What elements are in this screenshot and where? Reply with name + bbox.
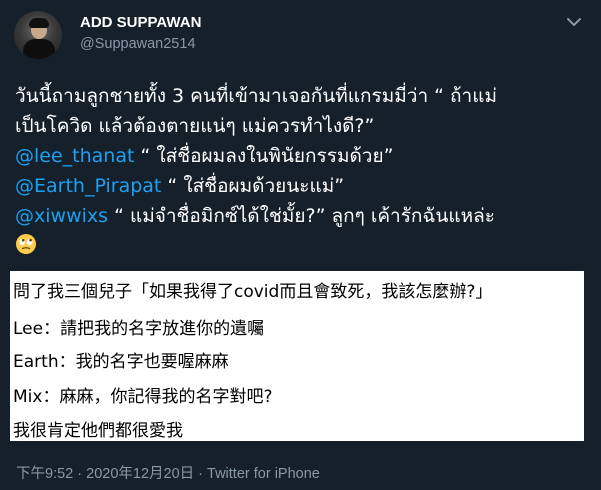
meta-separator: · <box>73 466 87 482</box>
tweet-line-text: “ แม่จำชื่อมิกซ์ได้ใช่มั้ย?” ลูกๆ เค้ารั… <box>108 205 495 227</box>
avatar-hair-shape <box>29 18 49 28</box>
avatar-body-shape <box>23 39 55 59</box>
image-text-line: Lee：請把我的名字放進你的遺囑 <box>13 319 265 339</box>
image-text-line: 我很肯定他們都很愛我 <box>13 421 183 441</box>
meta-separator: · <box>194 466 208 482</box>
tweet-line-text: “ ใส่ชื่อผมลงในพินัยกรรมด้วย” <box>134 145 394 167</box>
tweet-line: วันนี้ถามลูกชายทั้ง 3 คนที่เข้ามาเจอกันท… <box>15 81 593 111</box>
tweet-line: เป็นโควิด แล้วต้องตายแน่ๆ แม่ควรทำไงดี?” <box>15 111 593 141</box>
mention-link-earth[interactable]: @Earth_Pirapat <box>15 175 161 197</box>
tweet-line: @xiwwixs “ แม่จำชื่อมิกซ์ได้ใช่มั้ย?” ลู… <box>15 201 593 231</box>
chevron-down-icon[interactable] <box>565 14 583 28</box>
tweet-image[interactable]: 問了我三個兒子「如果我得了covid而且會致死，我該怎麼辦?」 Lee：請把我的… <box>10 271 584 441</box>
tweet-meta: 下午9:52 · 2020年12月20日 · Twitter for iPhon… <box>16 462 320 483</box>
tweet-line: @Earth_Pirapat “ ใส่ชื่อผมด้วยนะแม่” <box>15 171 593 201</box>
tweet-line-text: เป็นโควิด แล้วต้องตายแน่ๆ แม่ควรทำไงดี?” <box>15 115 375 137</box>
author-handle[interactable]: @Suppawan2514 <box>80 36 196 52</box>
tweet-time[interactable]: 下午9:52 <box>16 466 73 482</box>
author-avatar[interactable] <box>14 11 62 59</box>
tweet-line <box>15 231 593 261</box>
tweet-date[interactable]: 2020年12月20日 <box>86 466 194 482</box>
tweet-line-text: วันนี้ถามลูกชายทั้ง 3 คนที่เข้ามาเจอกันท… <box>15 85 497 107</box>
image-text-line: Earth：我的名字也要喔麻麻 <box>13 352 229 372</box>
tweet-line: @lee_thanat “ ใส่ชื่อผมลงในพินัยกรรมด้วย… <box>15 141 593 171</box>
tweet-source-link[interactable]: Twitter for iPhone <box>207 466 320 482</box>
tweet-text: วันนี้ถามลูกชายทั้ง 3 คนที่เข้ามาเจอกันท… <box>15 81 593 261</box>
tweet-line-text: “ ใส่ชื่อผมด้วยนะแม่” <box>161 175 345 197</box>
mention-link-lee[interactable]: @lee_thanat <box>15 145 134 167</box>
author-display-name[interactable]: ADD SUPPAWAN <box>80 14 201 31</box>
rolling-eyes-emoji-icon <box>15 233 37 255</box>
image-text-line: Mix：麻麻，你記得我的名字對吧? <box>13 387 273 407</box>
mention-link-xiwwixs[interactable]: @xiwwixs <box>15 205 108 227</box>
image-text-line: 問了我三個兒子「如果我得了covid而且會致死，我該怎麼辦?」 <box>13 282 493 302</box>
